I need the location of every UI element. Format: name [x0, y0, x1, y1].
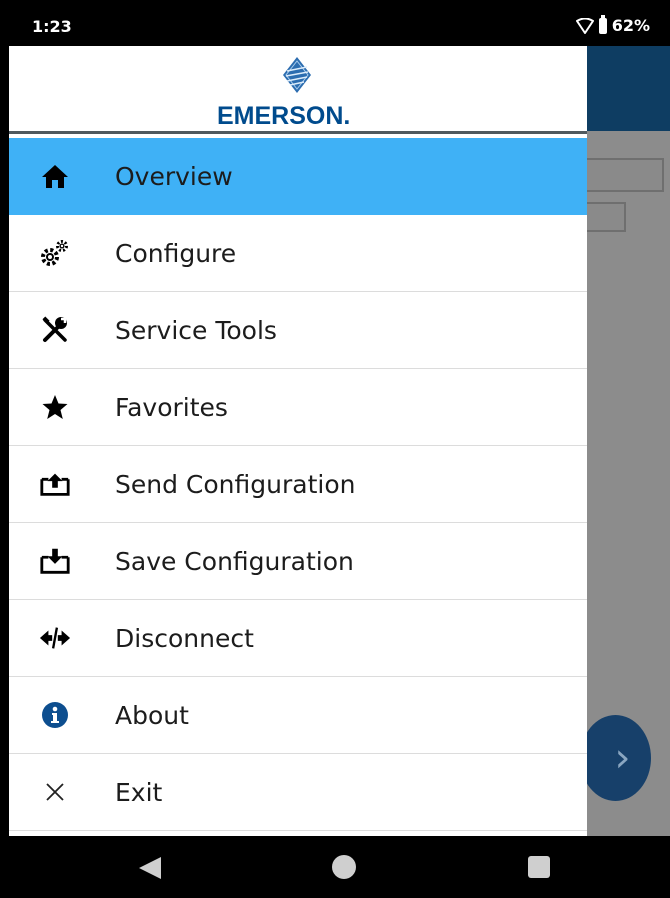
device-screen: 1:23 62% › EMERSON. Overview Configure S…: [9, 10, 670, 898]
menu-item-label: Service Tools: [115, 315, 277, 345]
gears-icon: [39, 237, 71, 269]
menu-item-label: Send Configuration: [115, 469, 356, 499]
back-icon[interactable]: [139, 857, 161, 879]
upload-tray-icon: [39, 468, 71, 500]
disconnect-icon: [39, 622, 71, 654]
battery-percent: 62%: [611, 16, 650, 35]
status-bar: 1:23 62%: [9, 10, 670, 46]
background-button: [587, 202, 626, 232]
drawer-header: EMERSON.: [9, 46, 587, 134]
home-nav-icon[interactable]: [332, 855, 356, 879]
menu-item-disconnect[interactable]: Disconnect: [9, 600, 587, 677]
menu-item-send-configuration[interactable]: Send Configuration: [9, 446, 587, 523]
menu-item-favorites[interactable]: Favorites: [9, 369, 587, 446]
home-icon: [39, 160, 71, 192]
menu-item-overview[interactable]: Overview: [9, 138, 587, 215]
menu-item-service-tools[interactable]: Service Tools: [9, 292, 587, 369]
menu-item-label: Save Configuration: [115, 546, 354, 576]
system-nav-bar: [9, 836, 670, 898]
info-icon: [39, 699, 71, 731]
menu-item-label: Favorites: [115, 392, 228, 422]
menu-item-about[interactable]: About: [9, 677, 587, 754]
chevron-right-icon: ›: [614, 735, 631, 781]
recents-icon[interactable]: [528, 856, 550, 878]
star-icon: [39, 391, 71, 423]
menu-item-label: Disconnect: [115, 623, 254, 653]
tools-icon: [39, 314, 71, 346]
emerson-logo-text: EMERSON.: [217, 102, 351, 130]
wifi-icon: [575, 17, 594, 34]
menu-item-label: Overview: [115, 161, 233, 191]
menu-item-configure[interactable]: Configure: [9, 215, 587, 292]
status-icons: 62%: [575, 14, 650, 35]
emerson-logo-icon: [283, 57, 311, 93]
status-time: 1:23: [32, 17, 72, 36]
battery-icon: [598, 14, 607, 34]
menu-item-save-configuration[interactable]: Save Configuration: [9, 523, 587, 600]
menu-item-label: Exit: [115, 777, 163, 807]
close-icon: [39, 776, 71, 808]
menu-item-exit[interactable]: Exit: [9, 754, 587, 831]
menu-item-label: About: [115, 700, 189, 730]
download-tray-icon: [39, 545, 71, 577]
navigation-drawer: EMERSON. Overview Configure Service Tool…: [9, 46, 587, 836]
background-field: [587, 158, 664, 192]
app-header-background: [587, 46, 670, 131]
drawer-menu: Overview Configure Service Tools Favorit…: [9, 138, 587, 831]
next-fab-button[interactable]: ›: [580, 715, 651, 801]
menu-item-label: Configure: [115, 238, 237, 268]
